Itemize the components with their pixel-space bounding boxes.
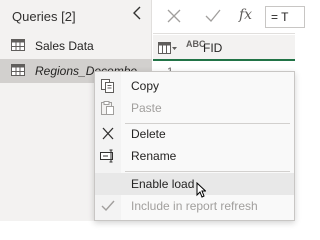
copy-icon xyxy=(100,79,116,93)
menu-item-paste[interactable]: Paste xyxy=(95,97,294,119)
column-header-fid[interactable]: FID xyxy=(203,41,222,55)
menu-separator xyxy=(125,171,290,172)
close-icon[interactable] xyxy=(167,9,181,23)
check-icon[interactable] xyxy=(205,9,221,23)
menu-item-rename[interactable]: Rename xyxy=(95,145,294,167)
delete-icon xyxy=(100,127,116,141)
menu-item-label: Rename xyxy=(131,149,177,163)
menu-item-label: Delete xyxy=(131,127,166,141)
menu-item-include-in-report-refresh[interactable]: Include in report refresh xyxy=(95,195,294,217)
query-item-label: Sales Data xyxy=(35,39,94,53)
rename-icon xyxy=(100,149,116,163)
menu-item-label: Copy xyxy=(131,79,160,93)
menu-item-delete[interactable]: Delete xyxy=(95,123,294,145)
mouse-cursor-icon xyxy=(196,182,206,198)
menu-item-label: Include in report refresh xyxy=(131,199,258,213)
queries-pane-title: Queries [2] xyxy=(12,9,76,24)
menu-item-label: Enable load xyxy=(131,177,195,191)
menu-item-enable-load[interactable]: Enable load xyxy=(95,173,294,195)
menu-item-copy[interactable]: Copy xyxy=(95,75,294,97)
formula-input[interactable]: = T xyxy=(265,6,305,28)
context-menu: Copy Paste Delete Rename Enable load Inc… xyxy=(94,71,295,221)
menu-item-label: Paste xyxy=(131,101,162,115)
table-icon xyxy=(11,39,25,51)
query-item-sales-data[interactable]: Sales Data xyxy=(0,34,152,58)
table-menu-icon[interactable] xyxy=(158,42,178,54)
queries-pane-header: Queries [2] xyxy=(0,0,152,34)
fx-label: fx xyxy=(239,7,253,23)
paste-icon xyxy=(100,101,116,115)
table-icon xyxy=(11,64,25,76)
formula-bar: fx = T xyxy=(153,0,305,34)
collapse-pane-icon[interactable] xyxy=(130,5,146,21)
check-icon xyxy=(100,199,116,213)
grid-header: ABC FID xyxy=(153,35,295,61)
